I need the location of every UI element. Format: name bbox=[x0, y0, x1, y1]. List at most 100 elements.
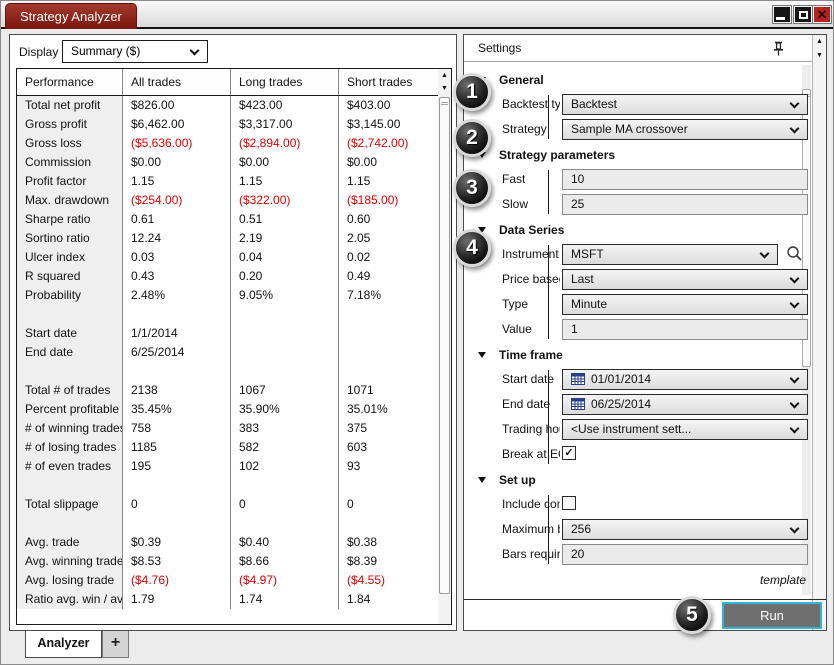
slow-field[interactable]: 25 bbox=[562, 194, 808, 215]
scroll-up-icon[interactable]: ▲ bbox=[813, 35, 826, 49]
field-label: Backtest type bbox=[502, 97, 560, 111]
row-value: 102 bbox=[231, 457, 339, 476]
group-header-data-series[interactable]: Data Series bbox=[464, 217, 810, 242]
close-button[interactable]: ✕ bbox=[813, 6, 831, 23]
bars-required-to-trade-field[interactable]: 20 bbox=[562, 544, 808, 565]
row-value: 0.60 bbox=[339, 210, 439, 229]
collapse-triangle-icon bbox=[478, 477, 486, 483]
settings-row: TypeMinute bbox=[464, 292, 810, 317]
instrument-dropdown[interactable]: MSFT bbox=[562, 244, 778, 265]
include-commission-checkbox[interactable] bbox=[562, 496, 576, 510]
price-based-on-dropdown[interactable]: Last bbox=[562, 269, 808, 290]
field-label: Break at EOD bbox=[502, 447, 560, 461]
end-date-picker[interactable]: 06/25/2014 bbox=[562, 394, 808, 415]
row-value: $3,145.00 bbox=[339, 115, 439, 134]
field-label: Value bbox=[502, 322, 532, 336]
group-rows: Start date01/01/2014End date06/25/2014Tr… bbox=[464, 367, 810, 467]
row-value: $6,462.00 bbox=[123, 115, 231, 134]
strategy-dropdown[interactable]: Sample MA crossover bbox=[562, 119, 808, 140]
table-scrollbar-thumb[interactable] bbox=[439, 97, 450, 594]
settings-row: Trading hours<Use instrument sett... bbox=[464, 417, 810, 442]
minimize-button[interactable] bbox=[773, 6, 791, 23]
row-value: 7.18% bbox=[339, 286, 439, 305]
dropdown-value: Sample MA crossover bbox=[571, 122, 688, 136]
row-value bbox=[231, 343, 339, 362]
row-value: 1071 bbox=[339, 381, 439, 400]
column-header: Short trades bbox=[339, 69, 439, 95]
maximize-button[interactable] bbox=[794, 6, 812, 23]
start-date-picker[interactable]: 01/01/2014 bbox=[562, 369, 808, 390]
scroll-down-icon[interactable]: ▼ bbox=[438, 82, 451, 95]
table-scrollbar[interactable]: ▲ ▼ bbox=[438, 69, 451, 624]
settings-row: Value 1 bbox=[464, 317, 810, 342]
callout-badge-3: 3 bbox=[453, 169, 491, 207]
dropdown-value: Minute bbox=[571, 297, 607, 311]
fast-field[interactable]: 10 bbox=[562, 169, 808, 190]
backtest-type-dropdown[interactable]: Backtest bbox=[562, 94, 808, 115]
pin-icon[interactable] bbox=[773, 41, 784, 56]
group-header-general[interactable]: General bbox=[464, 67, 810, 92]
settings-scroll-arrows[interactable]: ▲ ▼ bbox=[812, 35, 826, 630]
group-header-set-up[interactable]: Set up bbox=[464, 467, 810, 492]
group-rows: Fast10Slow25 bbox=[464, 167, 810, 217]
display-dropdown[interactable]: Summary ($) bbox=[62, 40, 208, 63]
settings-row: Include commission bbox=[464, 492, 810, 517]
row-value: 93 bbox=[339, 457, 439, 476]
group-header-time-frame[interactable]: Time frame bbox=[464, 342, 810, 367]
type-dropdown[interactable]: Minute bbox=[562, 294, 808, 315]
template-link[interactable]: template bbox=[760, 573, 806, 587]
run-separator bbox=[464, 599, 826, 600]
value-field[interactable]: 1 bbox=[562, 319, 808, 340]
maximum-bars-look-b-dropdown[interactable]: 256 bbox=[562, 519, 808, 540]
search-icon[interactable] bbox=[786, 245, 803, 262]
row-value: 383 bbox=[231, 419, 339, 438]
row-value: $0.00 bbox=[123, 153, 231, 172]
row-value bbox=[123, 476, 231, 495]
settings-row: Bars required to trade20 bbox=[464, 542, 810, 567]
row-value bbox=[339, 514, 439, 533]
field-label: Include commission bbox=[502, 497, 560, 511]
settings-row: Fast10 bbox=[464, 167, 810, 192]
row-label: Max. drawdown bbox=[17, 191, 123, 210]
table-row: Gross profit$6,462.00$3,317.00$3,145.00 bbox=[17, 115, 451, 134]
row-value: 195 bbox=[123, 457, 231, 476]
row-label: Gross loss bbox=[17, 134, 123, 153]
row-value: ($4.55) bbox=[339, 571, 439, 590]
settings-row: InstrumentMSFT bbox=[464, 242, 810, 267]
table-row: Ulcer index0.030.040.02 bbox=[17, 248, 451, 267]
row-label: Ulcer index bbox=[17, 248, 123, 267]
row-value: 0.61 bbox=[123, 210, 231, 229]
row-value: ($254.00) bbox=[123, 191, 231, 210]
row-label bbox=[17, 514, 123, 533]
row-label: Total slippage bbox=[17, 495, 123, 514]
row-value bbox=[123, 305, 231, 324]
row-value bbox=[339, 343, 439, 362]
strategy-analyzer-window: Strategy Analyzer ✕ Display Summary ($) … bbox=[0, 0, 834, 665]
add-tab-button[interactable]: + bbox=[102, 631, 129, 658]
break-at-eod-checkbox[interactable]: ✓ bbox=[562, 446, 576, 460]
table-row: Total # of trades213810671071 bbox=[17, 381, 451, 400]
scroll-down-icon[interactable]: ▼ bbox=[813, 49, 826, 63]
dropdown-value: Last bbox=[571, 272, 594, 286]
row-value: 1.15 bbox=[231, 172, 339, 191]
callout-badge-1: 1 bbox=[453, 73, 491, 111]
dropdown-value: 256 bbox=[571, 522, 591, 536]
table-row: Percent profitable35.45%35.90%35.01% bbox=[17, 400, 451, 419]
run-button[interactable]: Run bbox=[722, 602, 822, 629]
group-title: Data Series bbox=[499, 223, 564, 237]
row-value bbox=[231, 324, 339, 343]
maximize-icon bbox=[799, 11, 808, 19]
field-label: Price based on bbox=[502, 272, 560, 286]
row-value: 35.45% bbox=[123, 400, 231, 419]
group-header-strategy-parameters[interactable]: Strategy parameters bbox=[464, 142, 810, 167]
row-value: 0 bbox=[339, 495, 439, 514]
tab-analyzer[interactable]: Analyzer bbox=[25, 631, 102, 658]
trading-hours-dropdown[interactable]: <Use instrument sett... bbox=[562, 419, 808, 440]
callout-badge-2: 2 bbox=[453, 119, 491, 157]
scroll-up-icon[interactable]: ▲ bbox=[438, 69, 451, 82]
close-icon: ✕ bbox=[817, 8, 828, 21]
row-label: Ratio avg. win / avg. loss bbox=[17, 590, 123, 609]
row-label: Total # of trades bbox=[17, 381, 123, 400]
row-value: 9.05% bbox=[231, 286, 339, 305]
chevron-down-icon bbox=[790, 124, 800, 134]
